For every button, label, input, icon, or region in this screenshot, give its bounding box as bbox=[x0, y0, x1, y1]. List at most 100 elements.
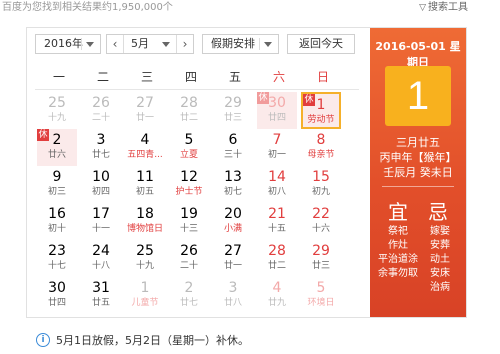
calendar-day-cell[interactable]: 25 十九 bbox=[37, 92, 77, 129]
lunar-label: 廿一 bbox=[223, 261, 242, 271]
lunar-label: 初十 bbox=[47, 224, 66, 234]
lunar-label: 十五 bbox=[267, 224, 286, 234]
calendar-day-cell[interactable]: 30 廿四 bbox=[37, 277, 77, 314]
lunar-label: 初四 bbox=[91, 187, 110, 197]
calendar-day-cell[interactable]: 29 廿三 bbox=[301, 240, 341, 277]
ji-item: 治病 bbox=[430, 282, 450, 293]
calendar-day-cell[interactable]: 3 廿八 bbox=[213, 277, 253, 314]
lunar-label: 廿九 bbox=[267, 298, 286, 308]
back-to-today-button[interactable]: 返回今天 bbox=[287, 34, 355, 54]
lunar-label: 初八 bbox=[267, 187, 286, 197]
weekday-label: 六 bbox=[272, 70, 285, 84]
calendar-widget: 2016年 ‹ 5月 › 假期安排 返回今天 一二三四五六日 25 十九 26 二十 2… bbox=[26, 27, 467, 318]
day-number: 5 bbox=[316, 280, 326, 296]
calendar-day-cell[interactable]: 15 初九 bbox=[301, 166, 341, 203]
lunar-label: 廿四 bbox=[267, 113, 286, 123]
calendar-day-cell[interactable]: 19 十三 bbox=[169, 203, 209, 240]
day-number: 10 bbox=[92, 169, 110, 185]
calendar-day-cell[interactable]: 24 十八 bbox=[81, 240, 121, 277]
big-day-box: 1 bbox=[385, 66, 451, 126]
top-bar: 百度为您找到相关结果约1,950,000个 ▽ 搜索工具 bbox=[0, 0, 500, 13]
calendar-day-cell[interactable]: 20 小满 bbox=[213, 203, 253, 240]
calendar-day-cell[interactable]: 25 十九 bbox=[125, 240, 165, 277]
lunar-label: 十六 bbox=[311, 224, 330, 234]
calendar-day-cell[interactable]: 6 三十 bbox=[213, 129, 253, 166]
calendar-day-cell[interactable]: 休 30 廿四 bbox=[257, 92, 297, 129]
calendar-day-cell[interactable]: 9 初三 bbox=[37, 166, 77, 203]
calendar-day-cell[interactable]: 4 廿九 bbox=[257, 277, 297, 314]
calendar-day-cell[interactable]: 8 母亲节 bbox=[301, 129, 341, 166]
day-number: 1 bbox=[140, 280, 150, 296]
day-number: 12 bbox=[180, 169, 198, 185]
lunar-label: 儿童节 bbox=[131, 298, 159, 308]
yi-list: 祭祀 作灶 平治道涂 余事勿取 bbox=[378, 225, 418, 281]
lunar-label: 廿二 bbox=[267, 261, 286, 271]
lunar-label: 二十 bbox=[91, 113, 110, 123]
calendar-day-cell[interactable]: 休 1 劳动节 bbox=[301, 92, 341, 129]
lunar-label: 母亲节 bbox=[307, 150, 335, 160]
day-number: 29 bbox=[312, 243, 330, 259]
lunar-label: 廿六 bbox=[47, 150, 66, 160]
calendar-day-cell[interactable]: 休 2 廿六 bbox=[37, 129, 77, 166]
calendar-day-cell[interactable]: 31 廿五 bbox=[81, 277, 121, 314]
calendar-day-cell[interactable]: 5 立夏 bbox=[169, 129, 209, 166]
calendar-day-cell[interactable]: 27 廿一 bbox=[125, 92, 165, 129]
day-number: 11 bbox=[136, 169, 154, 185]
day-number: 7 bbox=[272, 132, 282, 148]
ganzhi-year: 丙申年【猴年】 bbox=[379, 151, 457, 164]
search-tools-button[interactable]: ▽ 搜索工具 bbox=[419, 0, 468, 13]
day-number: 8 bbox=[316, 132, 326, 148]
lunar-label: 十一 bbox=[91, 224, 110, 234]
calendar-day-cell[interactable]: 26 二十 bbox=[169, 240, 209, 277]
calendar-day-cell[interactable]: 7 初一 bbox=[257, 129, 297, 166]
prev-month-button[interactable]: ‹ bbox=[107, 35, 124, 53]
calendar-day-cell[interactable]: 10 初四 bbox=[81, 166, 121, 203]
calendar-day-cell[interactable]: 23 十七 bbox=[37, 240, 77, 277]
calendar-day-cell[interactable]: 17 十一 bbox=[81, 203, 121, 240]
calendar-day-cell[interactable]: 3 廿七 bbox=[81, 129, 121, 166]
lunar-label: 初三 bbox=[47, 187, 66, 197]
calendar-day-cell[interactable]: 26 二十 bbox=[81, 92, 121, 129]
calendar-day-cell[interactable]: 2 廿七 bbox=[169, 277, 209, 314]
day-number: 22 bbox=[312, 206, 330, 222]
calendar-day-cell[interactable]: 28 廿二 bbox=[257, 240, 297, 277]
calendar-day-cell[interactable]: 13 初七 bbox=[213, 166, 253, 203]
calendar-day-cell[interactable]: 16 初十 bbox=[37, 203, 77, 240]
ji-title: 忌 bbox=[428, 200, 448, 224]
holiday-select[interactable]: 假期安排 bbox=[202, 34, 279, 54]
big-day-number: 1 bbox=[406, 74, 430, 118]
lunar-label: 十九 bbox=[47, 113, 66, 123]
holiday-value: 假期安排 bbox=[211, 37, 255, 50]
calendar-day-cell[interactable]: 28 廿二 bbox=[169, 92, 209, 129]
day-number: 26 bbox=[92, 95, 110, 111]
day-number: 4 bbox=[272, 280, 282, 296]
lunar-label: 廿一 bbox=[135, 113, 154, 123]
rest-day-badge: 休 bbox=[303, 94, 315, 106]
chevron-down-icon bbox=[86, 42, 94, 47]
next-month-button[interactable]: › bbox=[176, 35, 193, 53]
calendar-day-cell[interactable]: 11 初五 bbox=[125, 166, 165, 203]
calendar-day-cell[interactable]: 21 十五 bbox=[257, 203, 297, 240]
calendar-day-cell[interactable]: 14 初八 bbox=[257, 166, 297, 203]
calendar-day-cell[interactable]: 27 廿一 bbox=[213, 240, 253, 277]
lunar-label: 十八 bbox=[91, 261, 110, 271]
calendar-day-cell[interactable]: 29 廿三 bbox=[213, 92, 253, 129]
notice-text: 5月1日放假，5月2日（星期一）补休。 bbox=[56, 334, 249, 347]
month-select[interactable]: ‹ 5月 › bbox=[106, 34, 194, 54]
lunar-label: 廿三 bbox=[311, 261, 330, 271]
year-select[interactable]: 2016年 bbox=[35, 34, 101, 54]
rest-day-badge: 休 bbox=[257, 92, 269, 104]
calendar-day-cell[interactable]: 18 博物馆日 bbox=[125, 203, 165, 240]
calendar-day-cell[interactable]: 5 环境日 bbox=[301, 277, 341, 314]
day-number: 26 bbox=[180, 243, 198, 259]
calendar-day-cell[interactable]: 12 护士节 bbox=[169, 166, 209, 203]
day-number: 9 bbox=[52, 169, 62, 185]
calendar-day-cell[interactable]: 22 十六 bbox=[301, 203, 341, 240]
lunar-label: 廿八 bbox=[223, 298, 242, 308]
day-number: 3 bbox=[96, 132, 106, 148]
calendar-day-cell[interactable]: 4 五四青... bbox=[125, 129, 165, 166]
day-number: 21 bbox=[268, 206, 286, 222]
calendar-day-cell[interactable]: 1 儿童节 bbox=[125, 277, 165, 314]
yi-title: 宜 bbox=[388, 200, 408, 224]
day-number: 25 bbox=[48, 95, 66, 111]
